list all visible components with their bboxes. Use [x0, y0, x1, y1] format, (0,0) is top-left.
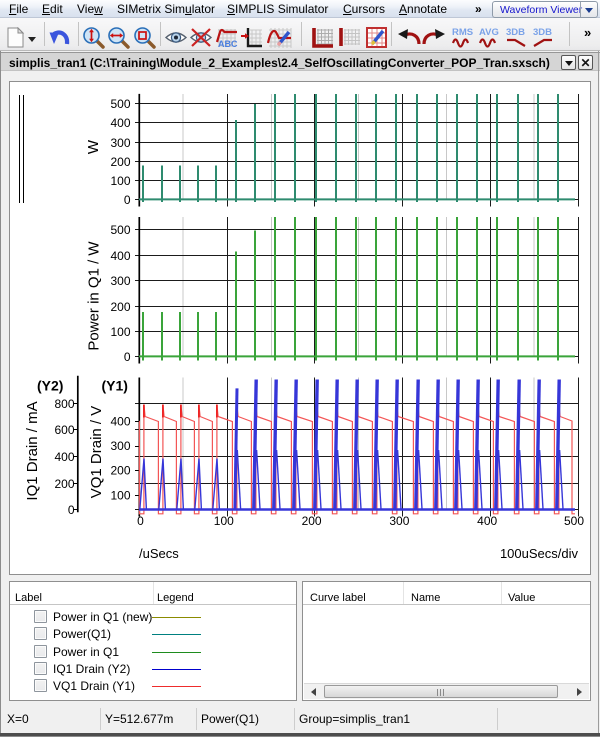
svg-text:200: 200: [110, 155, 130, 169]
svg-text:0: 0: [137, 514, 144, 528]
svg-text:200: 200: [110, 464, 130, 478]
svg-text:800: 800: [54, 397, 74, 411]
svg-text:200: 200: [110, 300, 130, 314]
svg-text:/uSecs: /uSecs: [139, 546, 179, 561]
svg-text:200: 200: [302, 514, 322, 528]
svg-text:AVG: AVG: [479, 27, 499, 38]
svg-text:100: 100: [110, 174, 130, 188]
svg-text:100: 100: [214, 514, 234, 528]
svg-text:400: 400: [477, 514, 497, 528]
svg-text:3DB: 3DB: [533, 27, 552, 38]
svg-text:300: 300: [110, 274, 130, 288]
svg-text:300: 300: [389, 514, 409, 528]
svg-text:500: 500: [564, 514, 584, 528]
svg-text:100: 100: [110, 325, 130, 339]
svg-text:RMS: RMS: [452, 27, 473, 38]
svg-text:VQ1 Drain / V: VQ1 Drain / V: [88, 406, 105, 499]
svg-text:100uSecs/div: 100uSecs/div: [500, 546, 579, 561]
svg-text:0: 0: [124, 350, 131, 364]
svg-text:500: 500: [110, 97, 130, 111]
svg-text:100: 100: [110, 488, 130, 502]
svg-text:3DB: 3DB: [506, 27, 525, 38]
svg-text:0: 0: [124, 193, 131, 207]
svg-text:400: 400: [110, 116, 130, 130]
svg-text:W: W: [85, 139, 102, 154]
svg-text:500: 500: [110, 223, 130, 237]
svg-text:600: 600: [54, 423, 74, 437]
svg-text:300: 300: [110, 136, 130, 150]
svg-text:400: 400: [110, 414, 130, 428]
svg-text:300: 300: [110, 439, 130, 453]
svg-text:(Y1): (Y1): [102, 378, 128, 394]
svg-text:Power in Q1 / W: Power in Q1 / W: [86, 241, 103, 351]
svg-text:200: 200: [54, 477, 74, 491]
svg-text:IQ1 Drain / mA: IQ1 Drain / mA: [24, 401, 41, 500]
svg-text:400: 400: [110, 249, 130, 263]
svg-text:0: 0: [68, 503, 75, 517]
svg-text:ABC: ABC: [218, 39, 238, 49]
svg-text:400: 400: [54, 450, 74, 464]
svg-text:(Y2): (Y2): [37, 378, 63, 394]
